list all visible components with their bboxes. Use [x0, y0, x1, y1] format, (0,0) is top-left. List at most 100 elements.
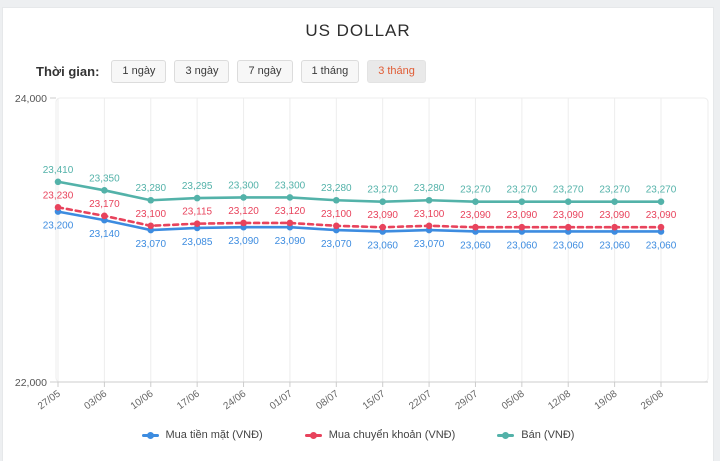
data-label: 23,060: [507, 240, 538, 251]
time-filter-row: Thời gian: 1 ngày 3 ngày 7 ngày 1 tháng 3 th…: [36, 60, 426, 83]
data-point[interactable]: [658, 198, 665, 205]
data-label: 23,090: [507, 210, 538, 221]
data-point[interactable]: [565, 224, 572, 231]
legend-label: Mua chuyển khoản (VNĐ): [329, 429, 456, 441]
data-label: 23,280: [321, 183, 352, 194]
page-title: US DOLLAR: [3, 21, 713, 41]
data-label: 23,060: [553, 240, 584, 251]
data-label: 23,060: [646, 240, 677, 251]
data-label: 23,090: [646, 210, 677, 221]
data-label: 23,060: [599, 240, 630, 251]
data-point[interactable]: [240, 194, 247, 201]
legend-label: Bán (VNĐ): [521, 429, 574, 441]
x-axis-label: 12/08: [546, 388, 573, 412]
data-label: 23,090: [460, 210, 491, 221]
time-filter-label: Thời gian:: [36, 64, 99, 79]
filter-button-0[interactable]: 1 ngày: [111, 60, 166, 83]
data-label: 23,090: [367, 210, 398, 221]
filter-button-2[interactable]: 7 ngày: [237, 60, 292, 83]
data-point[interactable]: [287, 194, 294, 201]
data-label: 23,270: [553, 185, 584, 196]
data-label: 23,090: [275, 236, 306, 247]
data-point[interactable]: [519, 224, 526, 231]
data-point[interactable]: [147, 197, 154, 204]
data-point[interactable]: [101, 187, 108, 194]
x-axis-label: 03/06: [82, 388, 109, 412]
data-point[interactable]: [472, 224, 479, 231]
data-label: 23,295: [182, 181, 213, 192]
data-label: 23,100: [414, 209, 445, 220]
data-label: 23,115: [182, 207, 212, 218]
data-label: 23,300: [275, 180, 306, 191]
x-axis-label: 22/07: [407, 388, 434, 412]
data-label: 23,200: [43, 221, 74, 232]
data-label: 23,070: [414, 239, 445, 250]
data-label: 23,090: [228, 236, 259, 247]
y-axis-label: 22,000: [15, 377, 47, 389]
chart-legend: Mua tiền mặt (VNĐ) Mua chuyển khoản (VNĐ)…: [3, 429, 713, 441]
exchange-rate-card: US DOLLAR Thời gian: 1 ngày3 ngày7 ngày1…: [2, 7, 714, 461]
data-label: 23,270: [367, 185, 398, 196]
data-point[interactable]: [565, 198, 572, 205]
data-label: 23,230: [43, 190, 74, 201]
data-label: 23,070: [135, 239, 166, 250]
data-label: 23,100: [321, 209, 352, 220]
data-point[interactable]: [379, 224, 386, 231]
data-label: 23,070: [321, 239, 352, 250]
x-axis-label: 17/06: [175, 388, 202, 412]
data-point[interactable]: [287, 220, 294, 227]
data-label: 23,280: [135, 183, 166, 194]
data-point[interactable]: [472, 198, 479, 205]
data-label: 23,120: [275, 206, 306, 217]
data-label: 23,270: [507, 185, 538, 196]
data-point[interactable]: [55, 204, 62, 211]
data-point[interactable]: [147, 223, 154, 230]
data-point[interactable]: [519, 198, 526, 205]
filter-button-1[interactable]: 3 ngày: [174, 60, 229, 83]
data-point[interactable]: [333, 197, 340, 204]
x-axis-label: 05/08: [500, 388, 527, 412]
legend-label: Mua tiền mặt (VNĐ): [166, 429, 263, 441]
x-axis-label: 29/07: [454, 388, 481, 412]
legend-line-dot-icon: [305, 434, 322, 437]
data-point[interactable]: [194, 220, 201, 227]
data-point[interactable]: [611, 198, 618, 205]
x-axis-label: 24/06: [222, 388, 249, 412]
data-label: 23,410: [43, 165, 74, 176]
data-point[interactable]: [611, 224, 618, 231]
legend-line-dot-icon: [142, 434, 159, 437]
data-label: 23,120: [228, 206, 259, 217]
filter-button-4[interactable]: 3 tháng: [367, 60, 426, 83]
data-label: 23,350: [89, 173, 120, 184]
data-label: 23,270: [460, 185, 491, 196]
usd-exchange-rate-chart: 24,00022,00027/0503/0610/0617/0624/0601/…: [3, 86, 715, 426]
data-point[interactable]: [194, 195, 201, 202]
x-axis-label: 19/08: [593, 388, 620, 412]
data-label: 23,300: [228, 180, 259, 191]
data-point[interactable]: [240, 220, 247, 227]
data-label: 23,140: [89, 229, 120, 240]
data-label: 23,270: [599, 185, 630, 196]
x-axis-label: 26/08: [639, 388, 666, 412]
legend-item-2[interactable]: Bán (VNĐ): [497, 429, 574, 441]
legend-item-1[interactable]: Mua chuyển khoản (VNĐ): [305, 429, 456, 441]
data-label: 23,090: [553, 210, 584, 221]
data-point[interactable]: [333, 223, 340, 230]
data-label: 23,170: [89, 199, 120, 210]
data-point[interactable]: [101, 213, 108, 220]
data-point[interactable]: [426, 197, 433, 204]
x-axis-label: 10/06: [129, 388, 156, 412]
filter-button-3[interactable]: 1 tháng: [301, 60, 360, 83]
y-axis-label: 24,000: [15, 93, 47, 105]
data-point[interactable]: [658, 224, 665, 231]
x-axis-label: 01/07: [268, 388, 295, 412]
data-label: 23,060: [367, 240, 398, 251]
time-filter-buttons: 1 ngày 3 ngày 7 ngày 1 tháng 3 tháng: [111, 60, 426, 83]
legend-item-0[interactable]: Mua tiền mặt (VNĐ): [142, 429, 263, 441]
data-label: 23,085: [182, 237, 213, 248]
data-label: 23,270: [646, 185, 677, 196]
data-point[interactable]: [379, 198, 386, 205]
x-axis-label: 15/07: [361, 388, 388, 412]
data-point[interactable]: [55, 178, 62, 185]
data-point[interactable]: [426, 223, 433, 230]
